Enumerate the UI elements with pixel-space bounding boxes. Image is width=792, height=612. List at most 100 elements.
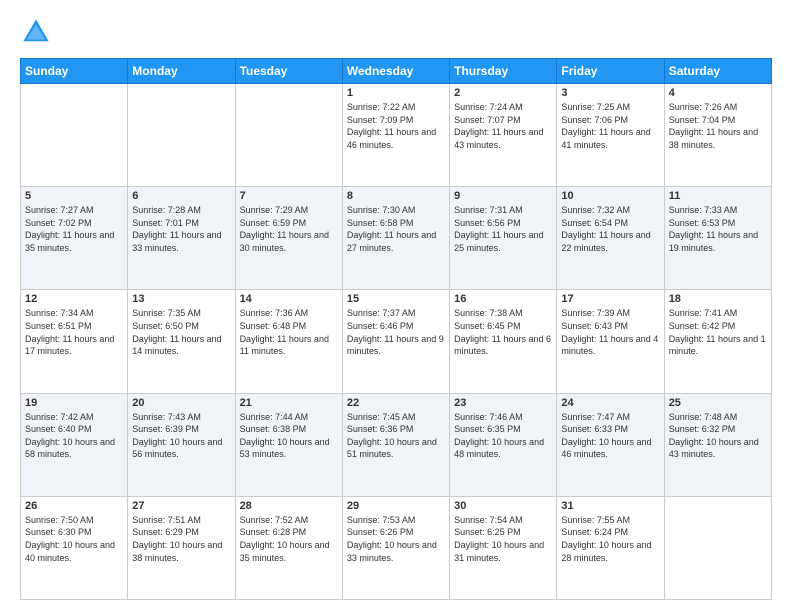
day-number: 28 xyxy=(240,500,338,512)
week-row-1: 1 Sunrise: 7:22 AM Sunset: 7:09 PM Daylig… xyxy=(21,84,772,187)
day-number: 30 xyxy=(454,500,552,512)
calendar: SundayMondayTuesdayWednesdayThursdayFrid… xyxy=(20,58,772,600)
calendar-cell: 26 Sunrise: 7:50 AM Sunset: 6:30 PM Dayli… xyxy=(21,496,128,599)
day-number: 16 xyxy=(454,293,552,305)
calendar-cell: 25 Sunrise: 7:48 AM Sunset: 6:32 PM Dayli… xyxy=(664,393,771,496)
calendar-cell: 10 Sunrise: 7:32 AM Sunset: 6:54 PM Dayli… xyxy=(557,187,664,290)
day-number: 23 xyxy=(454,397,552,409)
calendar-cell: 3Sunrise: 7:25 AM Sunset: 7:06 PM Daylig… xyxy=(557,84,664,187)
calendar-cell: 9 Sunrise: 7:31 AM Sunset: 6:56 PM Daylig… xyxy=(450,187,557,290)
calendar-cell: 31 Sunrise: 7:55 AM Sunset: 6:24 PM Dayli… xyxy=(557,496,664,599)
week-row-4: 19Sunrise: 7:42 AM Sunset: 6:40 PM Dayli… xyxy=(21,393,772,496)
logo-icon xyxy=(20,16,52,48)
day-number: 12 xyxy=(25,293,123,305)
day-number: 25 xyxy=(669,397,767,409)
day-number: 14 xyxy=(240,293,338,305)
cell-content: Sunrise: 7:50 AM Sunset: 6:30 PM Dayligh… xyxy=(25,514,123,564)
calendar-cell: 6 Sunrise: 7:28 AM Sunset: 7:01 PM Daylig… xyxy=(128,187,235,290)
day-number: 5 xyxy=(25,190,123,202)
calendar-cell: 15 Sunrise: 7:37 AM Sunset: 6:46 PM Dayli… xyxy=(342,290,449,393)
weekday-header-friday: Friday xyxy=(557,59,664,84)
week-row-2: 5 Sunrise: 7:27 AM Sunset: 7:02 PM Daylig… xyxy=(21,187,772,290)
calendar-cell xyxy=(235,84,342,187)
day-number: 9 xyxy=(454,190,552,202)
calendar-cell xyxy=(664,496,771,599)
day-number: 22 xyxy=(347,397,445,409)
cell-content: Sunrise: 7:25 AM Sunset: 7:06 PM Dayligh… xyxy=(561,101,659,151)
calendar-cell: 20 Sunrise: 7:43 AM Sunset: 6:39 PM Dayli… xyxy=(128,393,235,496)
calendar-cell: 28Sunrise: 7:52 AM Sunset: 6:28 PM Dayli… xyxy=(235,496,342,599)
calendar-cell: 16 Sunrise: 7:38 AM Sunset: 6:45 PM Dayli… xyxy=(450,290,557,393)
day-number: 24 xyxy=(561,397,659,409)
calendar-cell: 12 Sunrise: 7:34 AM Sunset: 6:51 PM Dayli… xyxy=(21,290,128,393)
calendar-cell: 13 Sunrise: 7:35 AM Sunset: 6:50 PM Dayli… xyxy=(128,290,235,393)
header xyxy=(20,16,772,48)
weekday-header-monday: Monday xyxy=(128,59,235,84)
page: SundayMondayTuesdayWednesdayThursdayFrid… xyxy=(0,0,792,612)
day-number: 29 xyxy=(347,500,445,512)
cell-content: Sunrise: 7:31 AM Sunset: 6:56 PM Dayligh… xyxy=(454,204,552,254)
calendar-cell: 1 Sunrise: 7:22 AM Sunset: 7:09 PM Daylig… xyxy=(342,84,449,187)
calendar-cell: 4 Sunrise: 7:26 AM Sunset: 7:04 PM Daylig… xyxy=(664,84,771,187)
cell-content: Sunrise: 7:48 AM Sunset: 6:32 PM Dayligh… xyxy=(669,411,767,461)
day-number: 21 xyxy=(240,397,338,409)
calendar-cell: 21 Sunrise: 7:44 AM Sunset: 6:38 PM Dayli… xyxy=(235,393,342,496)
day-number: 19 xyxy=(25,397,123,409)
calendar-cell: 22 Sunrise: 7:45 AM Sunset: 6:36 PM Dayli… xyxy=(342,393,449,496)
cell-content: Sunrise: 7:39 AM Sunset: 6:43 PM Dayligh… xyxy=(561,307,659,357)
calendar-cell: 23 Sunrise: 7:46 AM Sunset: 6:35 PM Dayli… xyxy=(450,393,557,496)
weekday-header-tuesday: Tuesday xyxy=(235,59,342,84)
cell-content: Sunrise: 7:55 AM Sunset: 6:24 PM Dayligh… xyxy=(561,514,659,564)
day-number: 11 xyxy=(669,190,767,202)
day-number: 4 xyxy=(669,87,767,99)
calendar-cell: 8Sunrise: 7:30 AM Sunset: 6:58 PM Daylig… xyxy=(342,187,449,290)
day-number: 26 xyxy=(25,500,123,512)
cell-content: Sunrise: 7:22 AM Sunset: 7:09 PM Dayligh… xyxy=(347,101,445,151)
weekday-header-thursday: Thursday xyxy=(450,59,557,84)
cell-content: Sunrise: 7:47 AM Sunset: 6:33 PM Dayligh… xyxy=(561,411,659,461)
cell-content: Sunrise: 7:28 AM Sunset: 7:01 PM Dayligh… xyxy=(132,204,230,254)
calendar-cell: 30 Sunrise: 7:54 AM Sunset: 6:25 PM Dayli… xyxy=(450,496,557,599)
day-number: 7 xyxy=(240,190,338,202)
calendar-cell xyxy=(21,84,128,187)
calendar-cell: 14 Sunrise: 7:36 AM Sunset: 6:48 PM Dayli… xyxy=(235,290,342,393)
day-number: 20 xyxy=(132,397,230,409)
cell-content: Sunrise: 7:32 AM Sunset: 6:54 PM Dayligh… xyxy=(561,204,659,254)
day-number: 27 xyxy=(132,500,230,512)
cell-content: Sunrise: 7:26 AM Sunset: 7:04 PM Dayligh… xyxy=(669,101,767,151)
weekday-header-sunday: Sunday xyxy=(21,59,128,84)
calendar-cell: 5 Sunrise: 7:27 AM Sunset: 7:02 PM Daylig… xyxy=(21,187,128,290)
calendar-cell xyxy=(128,84,235,187)
day-number: 15 xyxy=(347,293,445,305)
cell-content: Sunrise: 7:24 AM Sunset: 7:07 PM Dayligh… xyxy=(454,101,552,151)
cell-content: Sunrise: 7:53 AM Sunset: 6:26 PM Dayligh… xyxy=(347,514,445,564)
cell-content: Sunrise: 7:41 AM Sunset: 6:42 PM Dayligh… xyxy=(669,307,767,357)
cell-content: Sunrise: 7:54 AM Sunset: 6:25 PM Dayligh… xyxy=(454,514,552,564)
cell-content: Sunrise: 7:43 AM Sunset: 6:39 PM Dayligh… xyxy=(132,411,230,461)
cell-content: Sunrise: 7:38 AM Sunset: 6:45 PM Dayligh… xyxy=(454,307,552,357)
cell-content: Sunrise: 7:51 AM Sunset: 6:29 PM Dayligh… xyxy=(132,514,230,564)
cell-content: Sunrise: 7:37 AM Sunset: 6:46 PM Dayligh… xyxy=(347,307,445,357)
day-number: 31 xyxy=(561,500,659,512)
calendar-cell: 18 Sunrise: 7:41 AM Sunset: 6:42 PM Dayli… xyxy=(664,290,771,393)
cell-content: Sunrise: 7:35 AM Sunset: 6:50 PM Dayligh… xyxy=(132,307,230,357)
cell-content: Sunrise: 7:34 AM Sunset: 6:51 PM Dayligh… xyxy=(25,307,123,357)
calendar-cell: 7Sunrise: 7:29 AM Sunset: 6:59 PM Daylig… xyxy=(235,187,342,290)
cell-content: Sunrise: 7:36 AM Sunset: 6:48 PM Dayligh… xyxy=(240,307,338,357)
weekday-header-saturday: Saturday xyxy=(664,59,771,84)
day-number: 18 xyxy=(669,293,767,305)
weekday-header-wednesday: Wednesday xyxy=(342,59,449,84)
cell-content: Sunrise: 7:46 AM Sunset: 6:35 PM Dayligh… xyxy=(454,411,552,461)
day-number: 1 xyxy=(347,87,445,99)
day-number: 2 xyxy=(454,87,552,99)
day-number: 17 xyxy=(561,293,659,305)
day-number: 6 xyxy=(132,190,230,202)
weekday-header-row: SundayMondayTuesdayWednesdayThursdayFrid… xyxy=(21,59,772,84)
cell-content: Sunrise: 7:44 AM Sunset: 6:38 PM Dayligh… xyxy=(240,411,338,461)
cell-content: Sunrise: 7:45 AM Sunset: 6:36 PM Dayligh… xyxy=(347,411,445,461)
day-number: 13 xyxy=(132,293,230,305)
day-number: 10 xyxy=(561,190,659,202)
calendar-cell: 19Sunrise: 7:42 AM Sunset: 6:40 PM Dayli… xyxy=(21,393,128,496)
calendar-cell: 24 Sunrise: 7:47 AM Sunset: 6:33 PM Dayli… xyxy=(557,393,664,496)
cell-content: Sunrise: 7:27 AM Sunset: 7:02 PM Dayligh… xyxy=(25,204,123,254)
